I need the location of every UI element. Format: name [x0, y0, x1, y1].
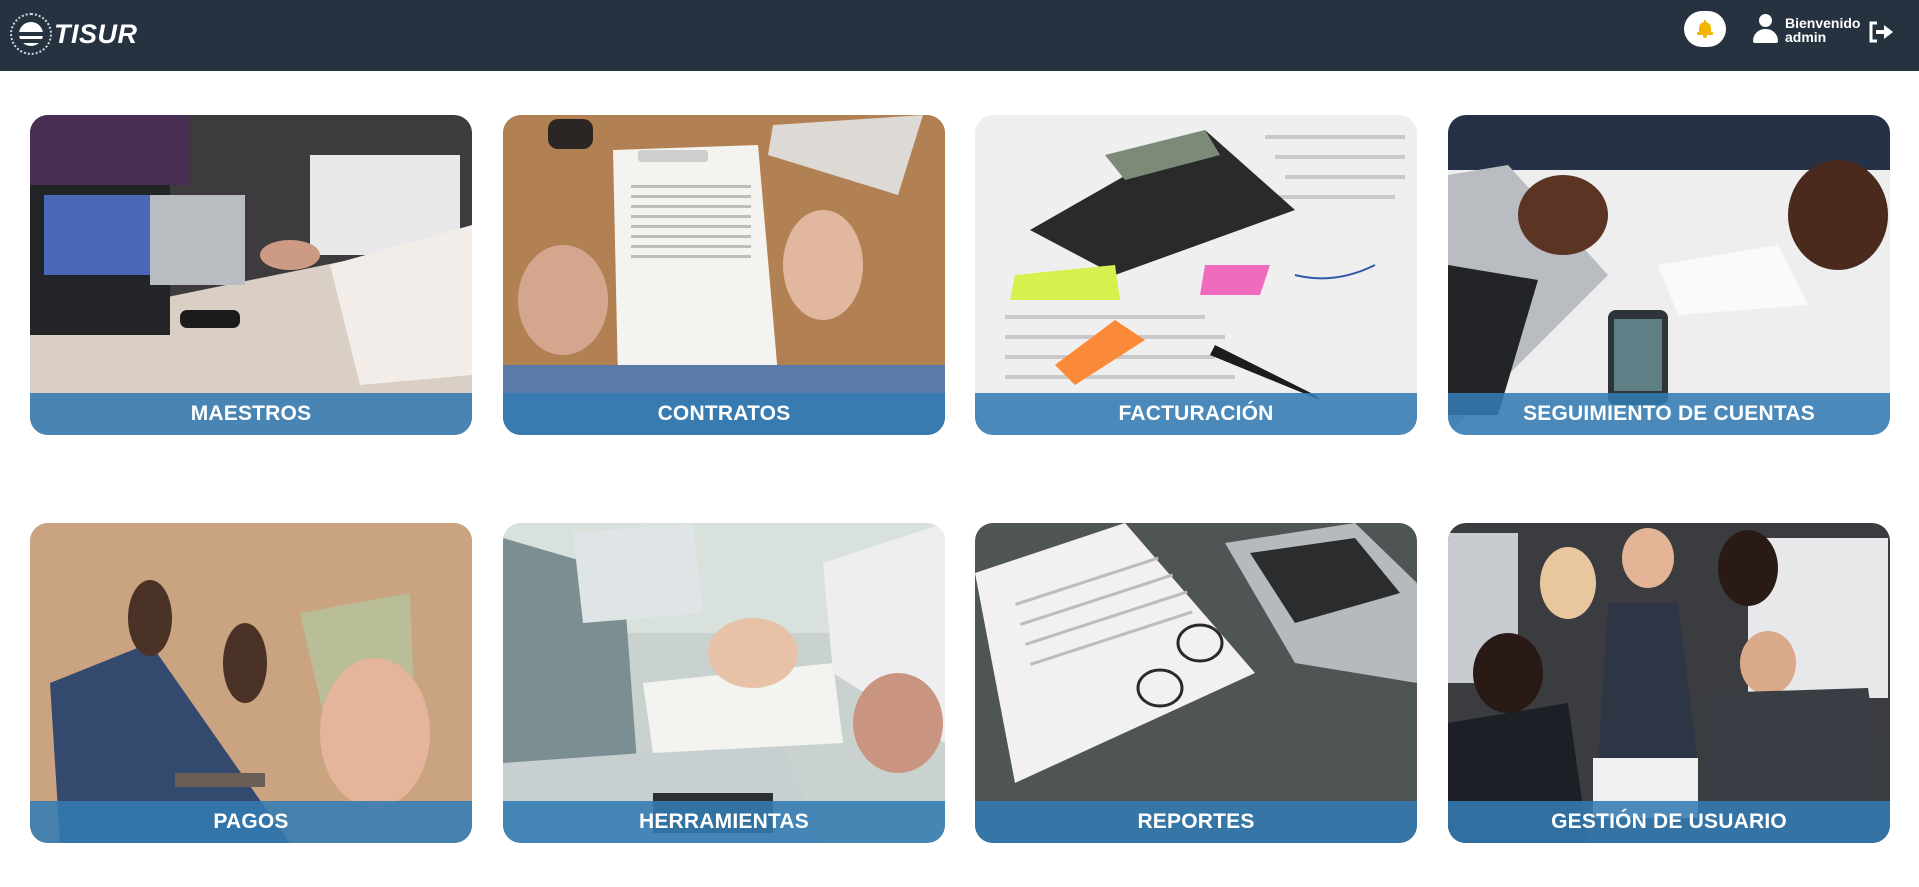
notifications-button[interactable]: [1684, 11, 1726, 47]
top-navbar: TISUR Bienvenido admin: [0, 0, 1919, 71]
username-text: admin: [1785, 29, 1827, 45]
herramientas-image: [503, 523, 945, 843]
tile-label: HERRAMIENTAS: [503, 801, 945, 843]
logout-icon[interactable]: [1868, 21, 1894, 43]
tisur-logo-icon: [10, 13, 52, 55]
bell-icon: [1697, 20, 1713, 38]
tile-facturacion[interactable]: FACTURACIÓN: [975, 115, 1417, 435]
tisur-logo[interactable]: TISUR: [10, 12, 138, 56]
tile-label: PAGOS: [30, 801, 472, 843]
reportes-image: [975, 523, 1417, 843]
tile-label: FACTURACIÓN: [975, 393, 1417, 435]
tile-maestros[interactable]: MAESTROS: [30, 115, 472, 435]
tile-label: REPORTES: [975, 801, 1417, 843]
tile-reportes[interactable]: REPORTES: [975, 523, 1417, 843]
gestion-de-usuario-image: [1448, 523, 1890, 843]
seguimiento-de-cuentas-image: [1448, 115, 1890, 435]
tile-label: GESTIÓN DE USUARIO: [1448, 801, 1890, 843]
greeting-text: Bienvenido: [1785, 15, 1861, 31]
tile-label: CONTRATOS: [503, 393, 945, 435]
tile-herramientas[interactable]: HERRAMIENTAS: [503, 523, 945, 843]
facturacion-image: [975, 115, 1417, 435]
tile-label: MAESTROS: [30, 393, 472, 435]
contratos-image: [503, 115, 945, 435]
tile-label: SEGUIMIENTO DE CUENTAS: [1448, 393, 1890, 435]
maestros-image: [30, 115, 472, 435]
tile-gestion-de-usuario[interactable]: GESTIÓN DE USUARIO: [1448, 523, 1890, 843]
user-icon: [1752, 14, 1778, 44]
tile-pagos[interactable]: PAGOS: [30, 523, 472, 843]
logo-text: TISUR: [54, 18, 138, 49]
pagos-image: [30, 523, 472, 843]
user-greeting: Bienvenido admin: [1785, 16, 1860, 44]
tile-seguimiento-de-cuentas[interactable]: SEGUIMIENTO DE CUENTAS: [1448, 115, 1890, 435]
tile-contratos[interactable]: CONTRATOS: [503, 115, 945, 435]
